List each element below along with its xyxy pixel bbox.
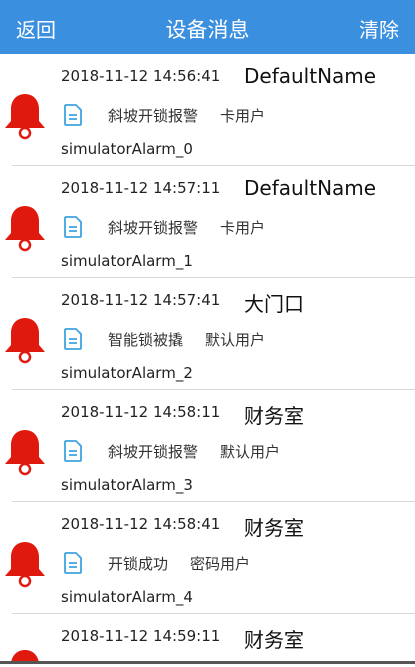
device-name: 财务室 — [244, 628, 304, 652]
message-date: 2018-11-12 14:57:11 — [61, 179, 221, 197]
device-name: DefaultName — [244, 176, 377, 200]
message-date: 2018-11-12 14:58:11 — [61, 403, 221, 421]
document-icon — [64, 104, 82, 126]
message-detail: 斜坡开锁报警 卡用户 — [64, 216, 265, 238]
message-detail: 斜坡开锁报警 默认用户 — [64, 440, 280, 462]
device-name: DefaultName — [244, 64, 377, 88]
bell-icon — [5, 318, 45, 364]
bell-icon — [5, 430, 45, 476]
page-title: 设备消息 — [165, 18, 250, 42]
document-icon — [64, 440, 82, 462]
message-type: 斜坡开锁报警 — [108, 442, 199, 461]
bell-icon — [5, 542, 45, 588]
message-date: 2018-11-12 14:56:41 — [61, 67, 221, 85]
user-type: 密码用户 — [190, 554, 251, 573]
message-type: 斜坡开锁报警 — [108, 106, 199, 125]
document-icon — [64, 328, 82, 350]
bell-icon — [5, 94, 45, 140]
device-name: 财务室 — [244, 404, 304, 428]
document-icon — [64, 552, 82, 574]
bell-icon — [11, 650, 39, 661]
message-detail: 开锁成功 密码用户 — [64, 552, 250, 574]
user-type: 卡用户 — [220, 106, 266, 125]
list-item[interactable]: 2018-11-12 14:57:41 大门口 智能锁被撬 默认用户 simul… — [5, 278, 415, 390]
message-date: 2018-11-12 14:58:41 — [61, 515, 221, 533]
message-list: 2018-11-12 14:56:41 DefaultName 斜坡开锁报警 卡… — [0, 54, 415, 664]
list-item[interactable]: 2018-11-12 14:56:41 DefaultName 斜坡开锁报警 卡… — [5, 54, 415, 166]
bell-icon — [5, 206, 45, 252]
message-detail: 智能锁被撬 默认用户 — [64, 328, 265, 350]
document-icon — [64, 216, 82, 238]
message-type: 开锁成功 — [108, 554, 169, 573]
user-type: 卡用户 — [220, 218, 266, 237]
alarm-id: simulatorAlarm_2 — [61, 364, 193, 382]
device-name: 大门口 — [244, 292, 304, 316]
device-name: 财务室 — [244, 516, 304, 540]
user-type: 默认用户 — [220, 442, 281, 461]
message-date: 2018-11-12 14:57:41 — [61, 291, 221, 309]
message-date: 2018-11-12 14:59:11 — [61, 627, 221, 645]
message-type: 斜坡开锁报警 — [108, 218, 199, 237]
list-item[interactable]: 2018-11-12 14:59:11 财务室 — [0, 614, 415, 664]
app-header: 返回 设备消息 清除 — [0, 0, 415, 54]
message-detail: 斜坡开锁报警 卡用户 — [64, 104, 265, 126]
message-type: 智能锁被撬 — [108, 330, 184, 349]
user-type: 默认用户 — [205, 330, 266, 349]
alarm-id: simulatorAlarm_3 — [61, 476, 193, 494]
clear-button[interactable]: 清除 — [359, 14, 399, 43]
list-item[interactable]: 2018-11-12 14:58:41 财务室 开锁成功 密码用户 simula… — [5, 502, 415, 614]
list-item[interactable]: 2018-11-12 14:58:11 财务室 斜坡开锁报警 默认用户 simu… — [5, 390, 415, 502]
alarm-id: simulatorAlarm_0 — [61, 140, 193, 158]
alarm-id: simulatorAlarm_1 — [61, 252, 193, 270]
list-item[interactable]: 2018-11-12 14:57:11 DefaultName 斜坡开锁报警 卡… — [5, 166, 415, 278]
alarm-id: simulatorAlarm_4 — [61, 588, 193, 606]
